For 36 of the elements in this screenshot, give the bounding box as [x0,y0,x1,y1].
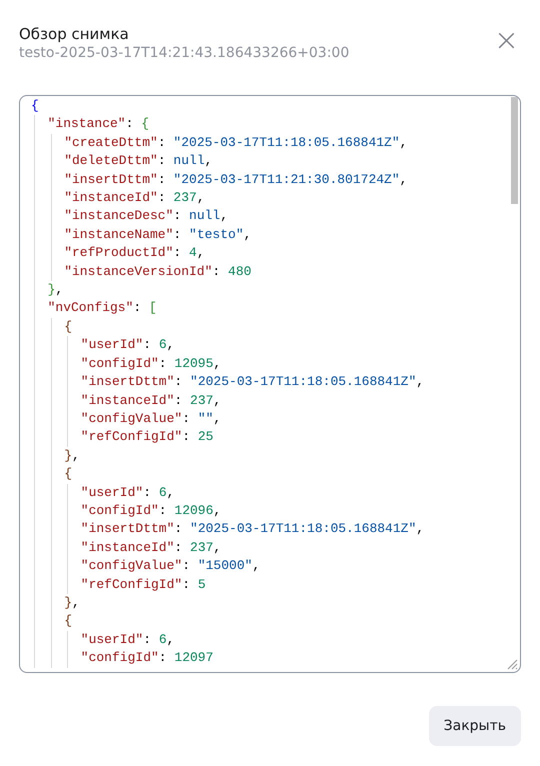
code-line: "userId": 6, [80,630,174,649]
code-line: "configId": 12097 [80,649,214,668]
code-line: "insertDttm": "2025-03-17T11:21:30.801724Z", [64,170,408,189]
code-line: "configId": 12096, [80,502,222,520]
code-line: "nvConfigs": [ [48,299,157,318]
code-line: "instance": { [48,115,150,134]
close-button[interactable]: Закрыть [428,706,521,746]
code-line: }, [64,594,80,612]
code-line: "instanceName": "testo", [64,226,252,244]
code-line: }, [48,281,64,300]
code-line: "userId": 6, [80,336,174,354]
code-line: "refConfigId": 5 [80,576,206,594]
dialog-subtitle: testo-2025-03-17T14:21:43.186433266+03:00 [19,44,350,62]
code-line: "instanceId": 237, [64,189,205,208]
resize-grip-icon[interactable] [507,659,518,670]
code-line: "insertDttm": "2025-03-17T11:18:05.168841Z", [80,520,424,538]
code-line: { [64,318,72,336]
code-line: "configValue": "15000", [80,557,260,576]
code-line: { [64,465,72,484]
code-line: "instanceVersionId": 480 [64,262,252,281]
code-line: "refProductId": 4, [64,244,205,262]
code-line: { [31,97,39,115]
code-line: "deleteDttm": null, [64,152,212,170]
code-line: "userId": 6, [80,484,174,502]
code-line: "configId": 12095, [80,354,222,373]
dialog-title: Обзор снимка [19,24,130,44]
code-line: { [64,612,72,630]
code-line: "refConfigId": 25 [80,428,214,446]
code-line: "insertDttm": "2025-03-17T11:18:05.168841Z", [80,373,424,392]
code-line: "configValue": "", [80,410,222,428]
code-line: "instanceId": 237, [80,538,222,557]
code-line: }, [64,446,80,465]
code-line: "createDttm": "2025-03-17T11:18:05.168841Z", [64,134,408,152]
code-line: "instanceDesc": null, [64,207,228,226]
scrollbar-thumb[interactable] [511,97,518,204]
code-line: "instanceId": 237, [80,392,222,410]
